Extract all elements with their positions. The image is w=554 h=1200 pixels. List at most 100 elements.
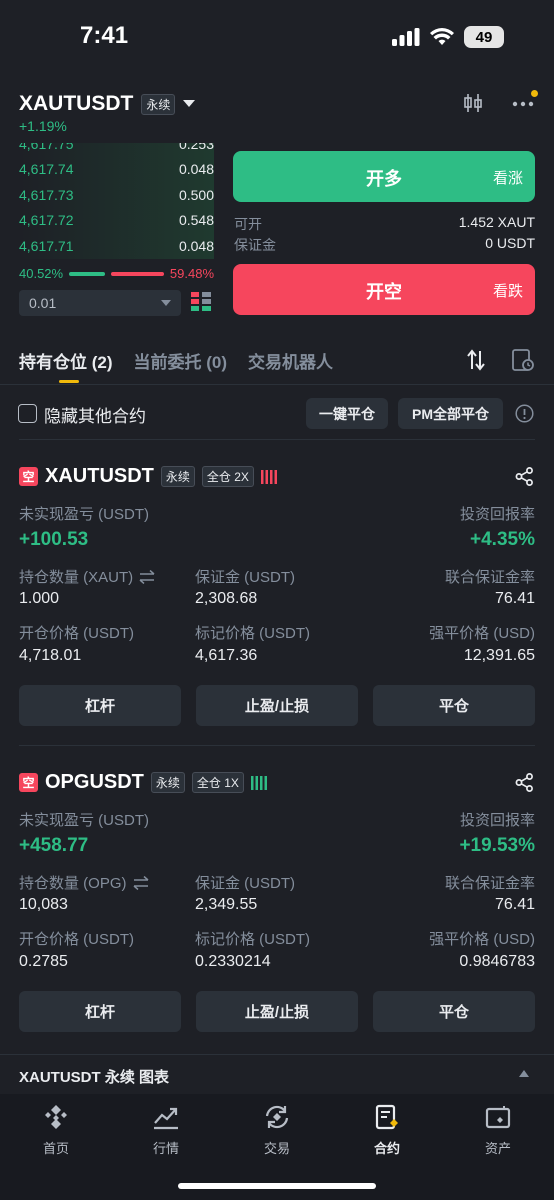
nav-assets[interactable]: 资产 <box>458 1104 538 1157</box>
ob-qty: 0.048 <box>178 161 214 178</box>
ob-qty: 0.500 <box>178 186 214 203</box>
more-button[interactable] <box>512 90 538 112</box>
available-label: 可开 <box>234 216 262 232</box>
open-long-sub: 看涨 <box>492 170 523 187</box>
margin-ratio-label: 联合保证金率 <box>444 569 535 586</box>
share-icon[interactable] <box>515 773 534 792</box>
position-symbol[interactable]: XAUTUSDT <box>45 465 154 488</box>
history-icon[interactable] <box>511 348 535 372</box>
notification-dot <box>531 90 538 97</box>
ob-price: 4,617.71 <box>19 237 74 254</box>
tab-underline <box>59 380 79 383</box>
short-badge: 空 <box>19 773 38 792</box>
chart-collapse-bar[interactable]: XAUTUSDT 永续 图表 <box>0 1054 554 1094</box>
margin-mode-tag[interactable]: 全仓 2X <box>201 466 254 487</box>
margin-value: 0 USDT <box>485 235 535 251</box>
tabs-divider <box>0 384 554 385</box>
symbol-selector[interactable]: XAUTUSDT 永续 <box>19 92 196 116</box>
hide-others-checkbox[interactable] <box>18 404 37 423</box>
buy-ratio: 40.52% <box>19 266 64 281</box>
sell-ratio-bar <box>111 271 164 276</box>
swap-icon <box>139 569 155 584</box>
close-all-button[interactable]: 一键平仓 <box>306 398 388 429</box>
nav-label: 资产 <box>484 1141 511 1156</box>
order-book-row[interactable]: 4,617.75 0.253 <box>19 143 214 157</box>
order-book-row[interactable]: 4,617.73 0.500 <box>19 182 214 208</box>
share-icon[interactable] <box>515 467 534 486</box>
hide-others-label[interactable]: 隐藏其他合约 <box>44 402 146 427</box>
tpsl-button[interactable]: 止盈/止损 <box>196 991 358 1032</box>
liq-price-label: 强平价格 (USD) <box>429 625 535 642</box>
margin-value: 2,308.68 <box>195 590 258 607</box>
size-label-wrap[interactable]: 持仓数量 (XAUT) <box>19 566 155 587</box>
size-label-wrap[interactable]: 持仓数量 (OPG) <box>19 872 149 893</box>
tab-positions[interactable]: 持有仓位 (2) <box>19 348 113 373</box>
nav-label: 交易 <box>263 1141 290 1156</box>
nav-markets[interactable]: 行情 <box>126 1104 206 1157</box>
open-short-sub: 看跌 <box>492 283 523 300</box>
info-icon[interactable] <box>515 404 534 423</box>
open-short-button[interactable]: 开空 看跌 <box>233 264 535 315</box>
pm-close-all-button[interactable]: PM全部平仓 <box>398 398 503 429</box>
margin-label: 保证金 (USDT) <box>195 569 295 586</box>
nav-trade[interactable]: 交易 <box>237 1104 317 1157</box>
nav-home[interactable]: 首页 <box>16 1104 96 1157</box>
adl-indicator-icon <box>260 469 277 484</box>
sort-icon[interactable] <box>465 349 487 371</box>
section-divider <box>19 439 535 440</box>
margin-mode-tag[interactable]: 全仓 1X <box>191 772 244 793</box>
mark-price-label: 标记价格 (USDT) <box>195 625 310 642</box>
ob-qty: 0.048 <box>178 237 214 254</box>
card-divider <box>19 745 535 746</box>
open-long-label: 开多 <box>366 169 402 189</box>
margin-ratio-value: 76.41 <box>494 590 535 607</box>
status-time: 7:41 <box>80 22 129 49</box>
roe-label: 投资回报率 <box>459 506 535 523</box>
tab-open-orders[interactable]: 当前委托 (0) <box>134 348 228 373</box>
perpetual-tag: 永续 <box>150 772 185 793</box>
ob-price: 4,617.72 <box>19 212 74 229</box>
margin-label: 保证金 <box>234 237 276 253</box>
tpsl-button[interactable]: 止盈/止损 <box>196 685 358 726</box>
leverage-button[interactable]: 杠杆 <box>19 991 181 1032</box>
wifi-icon <box>430 28 454 45</box>
margin-ratio-value: 76.41 <box>494 896 535 913</box>
margin-ratio-label: 联合保证金率 <box>444 875 535 892</box>
position-header: 空 OPGUSDT 永续 全仓 1X <box>19 771 267 794</box>
home-indicator[interactable] <box>178 1183 376 1189</box>
order-book-row[interactable]: 4,617.74 0.048 <box>19 157 214 183</box>
close-position-button[interactable]: 平仓 <box>373 685 535 726</box>
position-tabs: 持有仓位 (2) 当前委托 (0) 交易机器人 <box>19 348 333 373</box>
precision-value: 0.01 <box>29 295 57 311</box>
position-symbol[interactable]: OPGUSDT <box>45 771 144 794</box>
pnl-value: +458.77 <box>19 835 89 856</box>
nav-label: 合约 <box>373 1141 400 1156</box>
markets-icon <box>154 1107 178 1130</box>
order-book-row[interactable]: 4,617.72 0.548 <box>19 208 214 234</box>
nav-label: 首页 <box>42 1141 69 1156</box>
nav-futures[interactable]: 合约 <box>347 1104 427 1157</box>
open-long-button[interactable]: 开多 看涨 <box>233 151 535 202</box>
position-header: 空 XAUTUSDT 永续 全仓 2X <box>19 465 277 488</box>
buy-ratio-bar <box>69 271 106 276</box>
ob-price: 4,617.75 <box>19 143 74 152</box>
order-book-layout-icon[interactable] <box>191 292 211 312</box>
assets-icon <box>485 1106 511 1129</box>
caret-down-icon <box>183 100 196 107</box>
close-position-button[interactable]: 平仓 <box>373 991 535 1032</box>
size-label: 持仓数量 (OPG) <box>19 875 127 892</box>
liq-price-value: 0.9846783 <box>459 953 535 970</box>
swap-icon <box>133 875 148 890</box>
caret-down-icon <box>161 300 171 306</box>
caret-up-icon <box>519 1070 529 1077</box>
precision-select[interactable]: 0.01 <box>19 290 181 316</box>
leverage-button[interactable]: 杠杆 <box>19 685 181 726</box>
candlestick-icon[interactable] <box>462 92 484 114</box>
entry-price-value: 4,718.01 <box>19 647 82 664</box>
pnl-label: 未实现盈亏 (USDT) <box>19 812 149 829</box>
chart-bar-label: XAUTUSDT 永续 图表 <box>19 1069 170 1086</box>
order-book-row[interactable]: 4,617.71 0.048 <box>19 233 214 259</box>
nav-label: 行情 <box>152 1141 179 1156</box>
sell-ratio: 59.48% <box>169 266 214 281</box>
tab-trading-bots[interactable]: 交易机器人 <box>248 348 333 373</box>
